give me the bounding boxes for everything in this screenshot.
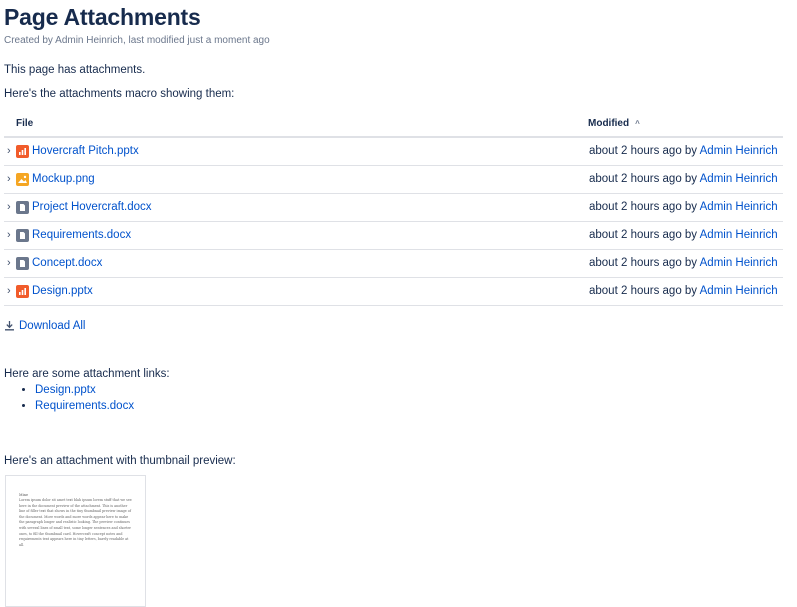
attachment-links-list: Design.pptx Requirements.docx <box>4 382 134 414</box>
column-header-modified[interactable]: Modified ^ <box>588 118 640 129</box>
user-link[interactable]: Admin Heinrich <box>700 285 778 297</box>
chevron-right-icon[interactable]: › <box>7 201 11 213</box>
attachments-table: File Modified ^ › Hovercraft Pitch.pptx abo… <box>4 109 783 306</box>
download-all-link[interactable]: Download All <box>4 320 85 334</box>
attachment-link-design[interactable]: Design.pptx <box>35 384 96 396</box>
table-row[interactable]: › Concept.docx about 2 hours ago by Admin … <box>4 250 783 278</box>
thumb-intro-text: Here's an attachment with thumbnail prev… <box>4 455 236 467</box>
table-row[interactable]: › Project Hovercraft.docx about 2 hours ag… <box>4 194 783 222</box>
modified-info: about 2 hours ago by Admin Heinrich <box>589 257 778 269</box>
chevron-right-icon[interactable]: › <box>7 173 11 185</box>
links-intro-text: Here are some attachment links: <box>4 368 170 380</box>
modified-time: about 2 hours ago by <box>589 285 700 297</box>
intro-text: This page has attachments. <box>4 64 146 76</box>
docx-icon <box>16 257 29 270</box>
modified-info: about 2 hours ago by Admin Heinrich <box>589 145 778 157</box>
user-link[interactable]: Admin Heinrich <box>700 173 778 185</box>
modified-time: about 2 hours ago by <box>589 145 700 157</box>
docx-icon <box>16 201 29 214</box>
user-link[interactable]: Admin Heinrich <box>700 145 778 157</box>
user-link[interactable]: Admin Heinrich <box>700 229 778 241</box>
pptx-icon <box>16 145 29 158</box>
attachment-link-requirements[interactable]: Requirements.docx <box>35 400 134 412</box>
chevron-right-icon[interactable]: › <box>7 257 11 269</box>
attachment-file-link[interactable]: Requirements.docx <box>32 229 131 241</box>
table-row[interactable]: › Design.pptx about 2 hours ago by Admin H… <box>4 278 783 306</box>
attachment-file-link[interactable]: Hovercraft Pitch.pptx <box>32 145 139 157</box>
sort-ascending-icon: ^ <box>635 119 640 128</box>
attachment-file-link[interactable]: Design.pptx <box>32 285 93 297</box>
chevron-right-icon[interactable]: › <box>7 145 11 157</box>
modified-info: about 2 hours ago by Admin Heinrich <box>589 173 778 185</box>
modified-time: about 2 hours ago by <box>589 257 700 269</box>
pptx-icon <box>16 285 29 298</box>
user-link[interactable]: Admin Heinrich <box>700 257 778 269</box>
chevron-right-icon[interactable]: › <box>7 229 11 241</box>
modified-time: about 2 hours ago by <box>589 173 700 185</box>
attachment-file-link[interactable]: Concept.docx <box>32 257 102 269</box>
download-all-label: Download All <box>19 320 86 332</box>
list-item: Requirements.docx <box>35 398 134 414</box>
attachment-file-link[interactable]: Mockup.png <box>32 173 95 185</box>
table-header: File Modified ^ <box>4 109 783 138</box>
thumbnail-doc-title: Mine <box>19 493 29 497</box>
docx-icon <box>16 229 29 242</box>
modified-info: about 2 hours ago by Admin Heinrich <box>589 229 778 241</box>
table-row[interactable]: › Mockup.png about 2 hours ago by Admin He… <box>4 166 783 194</box>
modified-info: about 2 hours ago by Admin Heinrich <box>589 285 778 297</box>
attachment-file-link[interactable]: Project Hovercraft.docx <box>32 201 152 213</box>
table-body: › Hovercraft Pitch.pptx about 2 hours ago … <box>4 138 783 306</box>
chevron-right-icon[interactable]: › <box>7 285 11 297</box>
modified-info: about 2 hours ago by Admin Heinrich <box>589 201 778 213</box>
table-row[interactable]: › Hovercraft Pitch.pptx about 2 hours ago … <box>4 138 783 166</box>
page-byline: Created by Admin Heinrich, last modified… <box>4 35 270 46</box>
column-header-modified-label: Modified <box>588 118 630 129</box>
column-header-file[interactable]: File <box>16 118 33 129</box>
user-link[interactable]: Admin Heinrich <box>700 201 778 213</box>
table-row[interactable]: › Requirements.docx about 2 hours ago by A… <box>4 222 783 250</box>
modified-time: about 2 hours ago by <box>589 229 700 241</box>
download-icon <box>4 320 15 334</box>
macro-intro-text: Here's the attachments macro showing the… <box>4 88 235 100</box>
thumbnail-doc-body: Lorem ipsum dolor sit amet text blah ips… <box>19 498 132 547</box>
list-item: Design.pptx <box>35 382 134 398</box>
image-icon <box>16 173 29 186</box>
attachment-thumbnail-preview[interactable]: Mine Lorem ipsum dolor sit amet text bla… <box>5 475 146 607</box>
modified-time: about 2 hours ago by <box>589 201 700 213</box>
page-title: Page Attachments <box>4 4 201 30</box>
